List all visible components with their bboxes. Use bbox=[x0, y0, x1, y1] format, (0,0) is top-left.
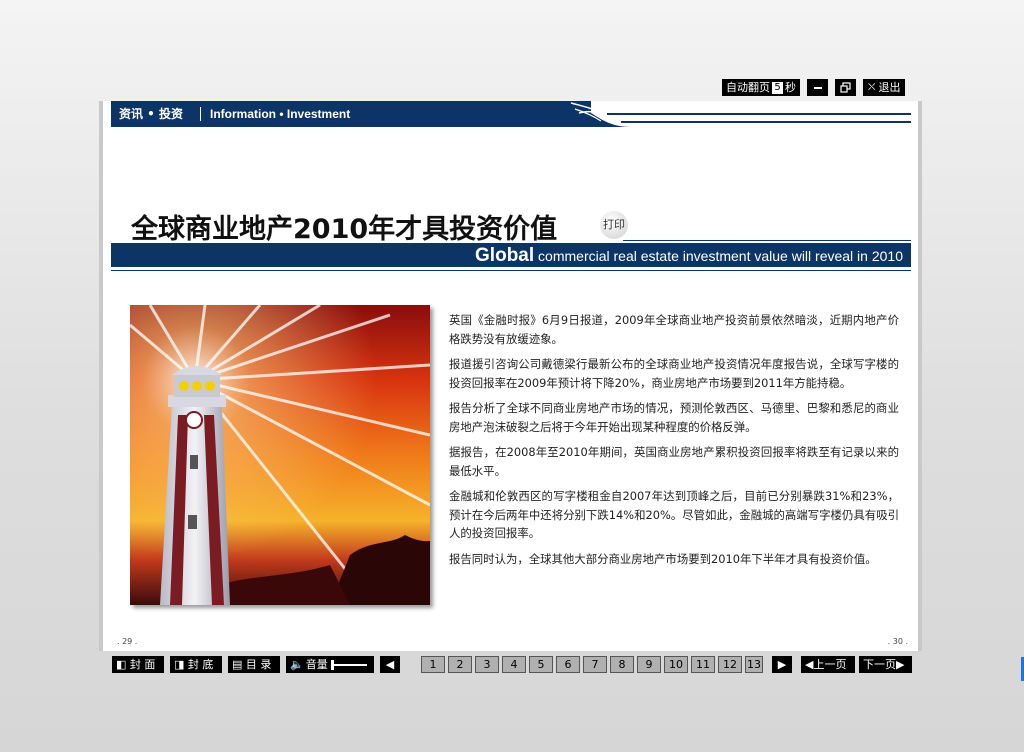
article-paragraph: 金融城和伦敦西区的写字楼租金自2007年达到顶峰之后，目前已分别暴跌31%和23… bbox=[449, 489, 899, 540]
speaker-icon: 🔈 bbox=[290, 658, 304, 671]
banner-bold-word: Global bbox=[475, 245, 535, 266]
section-header: 资讯 • 投资 Information • Investment bbox=[111, 101, 911, 127]
scroll-pages-right-button[interactable]: ▶ bbox=[772, 656, 792, 673]
front-cover-label: 封 面 bbox=[129, 658, 156, 671]
exit-button[interactable]: ⛌ 退出 bbox=[863, 79, 906, 96]
list-icon: ▤ bbox=[232, 658, 243, 671]
front-cover-button[interactable]: ◧ 封 面 bbox=[112, 656, 164, 673]
page-button[interactable]: 1 bbox=[421, 656, 445, 673]
next-page-label: 下一页 bbox=[863, 658, 896, 671]
autoflip-seconds-input[interactable]: 5 bbox=[772, 81, 783, 94]
exit-label: 退出 bbox=[878, 81, 901, 94]
prev-page-button[interactable]: ◀上一页 bbox=[801, 656, 855, 673]
next-page-button[interactable]: 下一页▶ bbox=[859, 656, 912, 673]
toc-label: 目 录 bbox=[245, 658, 272, 671]
minimize-icon bbox=[813, 86, 822, 89]
article-paragraph: 英国《金融时报》6月9日报道，2009年全球商业地产投资前景依然暗淡，近期内地产… bbox=[449, 313, 899, 346]
autoflip-control[interactable]: 自动翻页 5 秒 bbox=[722, 79, 800, 96]
restore-button[interactable] bbox=[835, 79, 856, 96]
article-body: 英国《金融时报》6月9日报道，2009年全球商业地产投资前景依然暗淡，近期内地产… bbox=[449, 311, 899, 575]
header-divider bbox=[200, 107, 201, 121]
page-button[interactable]: 7 bbox=[583, 656, 607, 673]
scroll-pages-left-button[interactable]: ◀ bbox=[380, 656, 400, 673]
volume-control[interactable]: 🔈 音量 bbox=[286, 656, 374, 673]
page-button[interactable]: 13 bbox=[745, 656, 763, 673]
minimize-button[interactable] bbox=[807, 79, 828, 96]
autoflip-label: 自动翻页 bbox=[726, 81, 770, 94]
triangle-right-icon: ▶ bbox=[777, 658, 787, 671]
lighthouse-image bbox=[130, 305, 430, 605]
prev-page-label: 上一页 bbox=[813, 658, 847, 671]
page-number-left: . 29 . bbox=[117, 637, 138, 646]
page-button[interactable]: 3 bbox=[475, 656, 499, 673]
magazine-page: 资讯 • 投资 Information • Investment 全球商业地产2… bbox=[99, 101, 922, 651]
article-title: 全球商业地产2010年才具投资价值 bbox=[131, 214, 558, 245]
volume-slider[interactable] bbox=[330, 659, 367, 670]
print-button[interactable]: 打印 bbox=[600, 211, 628, 239]
volume-label: 音量 bbox=[305, 658, 328, 671]
book-icon: ◨ bbox=[174, 658, 185, 671]
page-button[interactable]: 10 bbox=[664, 656, 688, 673]
header-wave-ornament bbox=[570, 101, 911, 127]
back-cover-label: 封 底 bbox=[187, 658, 214, 671]
page-button[interactable]: 6 bbox=[556, 656, 580, 673]
bottom-toolbar: ◧ 封 面 ◨ 封 底 ▤ 目 录 🔈 音量 ◀ 1 2 3 4 5 6 7 8… bbox=[0, 656, 1024, 673]
section-category-en: Information • Investment bbox=[210, 107, 351, 121]
title-underline bbox=[623, 240, 911, 241]
page-button[interactable]: 5 bbox=[529, 656, 553, 673]
book-icon: ◧ bbox=[116, 658, 127, 671]
restore-icon bbox=[840, 82, 851, 93]
toc-button[interactable]: ▤ 目 录 bbox=[228, 656, 280, 673]
page-button[interactable]: 4 bbox=[502, 656, 526, 673]
close-icon: ⛌ bbox=[868, 82, 876, 93]
triangle-left-icon: ◀ bbox=[385, 658, 395, 671]
page-button[interactable]: 12 bbox=[718, 656, 742, 673]
banner-underline bbox=[111, 270, 911, 271]
page-number-right: . 30 . bbox=[887, 637, 908, 646]
page-button[interactable]: 8 bbox=[610, 656, 634, 673]
section-category-cn: 资讯 • 投资 bbox=[119, 107, 184, 121]
page-button[interactable]: 9 bbox=[637, 656, 661, 673]
volume-slider-handle[interactable] bbox=[330, 659, 334, 670]
english-banner: Global commercial real estate investment… bbox=[111, 243, 911, 267]
article-paragraph: 报告分析了全球不同商业房地产市场的情况，预测伦敦西区、马德里、巴黎和悉尼的商业房… bbox=[449, 401, 899, 434]
next-arrow-icon: ▶ bbox=[896, 658, 905, 671]
back-cover-button[interactable]: ◨ 封 底 bbox=[170, 656, 222, 673]
page-button[interactable]: 11 bbox=[691, 656, 715, 673]
page-button[interactable]: 2 bbox=[448, 656, 472, 673]
article-paragraph: 报告同时认为，全球其他大部分商业房地产市场要到2010年下半年才具有投资价值。 bbox=[449, 551, 877, 566]
article-paragraph: 报道援引咨询公司戴德梁行最新公布的全球商业地产投资情况年度报告说，全球写字楼的投… bbox=[449, 357, 899, 390]
article-paragraph: 据报告，在2008年至2010年期间，英国商业房地产累积投资回报率将跌至有记录以… bbox=[449, 445, 899, 478]
seconds-unit: 秒 bbox=[785, 81, 796, 94]
banner-subtitle: commercial real estate investment value … bbox=[534, 248, 903, 264]
top-controls: 自动翻页 5 秒 ⛌ 退出 bbox=[722, 79, 906, 96]
